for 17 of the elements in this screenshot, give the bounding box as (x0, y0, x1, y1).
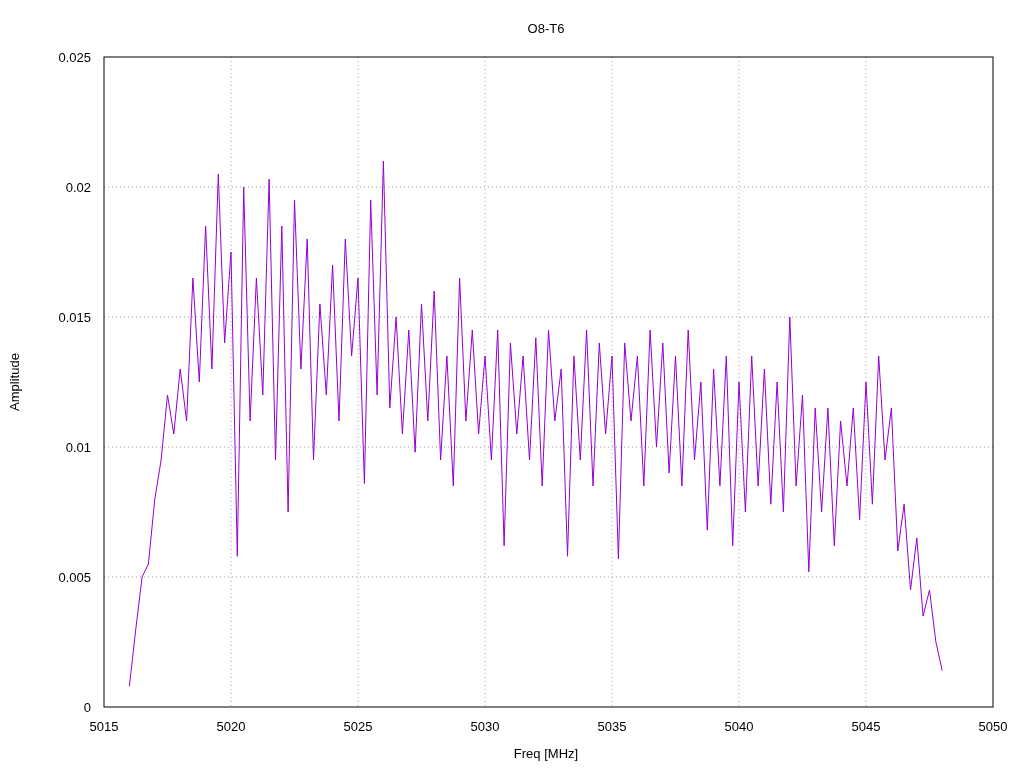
chart-title: O8-T6 (527, 21, 565, 36)
x-axis-label: Freq [MHz] (513, 746, 579, 761)
x-tick-label: 5025 (343, 719, 373, 734)
x-tick-label: 5035 (597, 719, 627, 734)
y-tick-label: 0.025 (58, 50, 91, 65)
x-tick-label: 5040 (724, 719, 754, 734)
x-tick-label: 5015 (89, 719, 119, 734)
x-tick-label: 5020 (216, 719, 246, 734)
y-tick-label: 0.01 (65, 440, 91, 455)
x-tick-label: 5050 (978, 719, 1008, 734)
x-tick-label: 5045 (851, 719, 881, 734)
y-tick-label: 0.015 (58, 310, 91, 325)
y-tick-label: 0.005 (58, 570, 91, 585)
y-tick-label: 0 (83, 700, 91, 715)
y-axis-label: Amplitude (7, 353, 22, 411)
y-tick-label: 0.02 (65, 180, 91, 195)
x-tick-label: 5030 (470, 719, 500, 734)
